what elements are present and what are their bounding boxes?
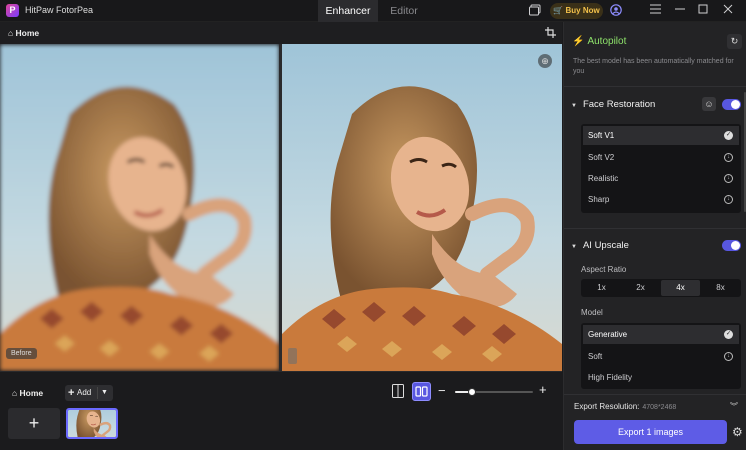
download-icon[interactable]: ↓ xyxy=(724,352,733,361)
home-button[interactable]: ⌂ Home xyxy=(12,388,43,398)
ratio-1x[interactable]: 1x xyxy=(582,280,621,296)
autopilot-label: Autopilot xyxy=(587,36,627,47)
check-icon: ✓ xyxy=(724,131,733,140)
zoom-in-icon[interactable]: ⊕ xyxy=(538,54,552,68)
refresh-icon[interactable]: ↻ xyxy=(727,34,742,49)
face-restoration-header[interactable]: ▼ Face Restoration xyxy=(571,99,655,110)
home-icon: ⌂ xyxy=(12,388,18,398)
face-restoration-toggle[interactable] xyxy=(722,99,741,110)
option-label: Soft xyxy=(588,352,603,361)
after-preview xyxy=(282,44,562,371)
close-icon[interactable] xyxy=(721,4,735,18)
zoom-slider[interactable] xyxy=(455,388,533,396)
face-icon[interactable]: ☺ xyxy=(702,97,716,111)
collapse-triangle-icon: ▼ xyxy=(571,244,577,250)
autopilot-title: ⚡ Autopilot xyxy=(572,36,626,47)
model-label: Model xyxy=(581,308,603,317)
download-icon[interactable]: ↓ xyxy=(724,174,733,183)
option-label: Realistic xyxy=(588,174,619,183)
after-handle[interactable] xyxy=(288,348,297,364)
option-label: Sharp xyxy=(588,195,610,204)
add-label: Add xyxy=(77,388,92,397)
face-option-sharp[interactable]: Sharp ↓ xyxy=(583,190,739,209)
tab-editor[interactable]: Editor xyxy=(380,0,428,22)
ratio-2x[interactable]: 2x xyxy=(621,280,660,296)
menu-icon[interactable] xyxy=(648,4,662,18)
settings-panel: ⚡ Autopilot ↻ The best model has been aut… xyxy=(563,22,746,450)
add-button[interactable]: + Add ▼ xyxy=(65,385,113,401)
model-option-soft[interactable]: Soft ↓ xyxy=(583,347,739,366)
face-option-soft-v1[interactable]: Soft V1 ✓ xyxy=(583,126,739,145)
buy-now-label: Buy Now xyxy=(565,6,600,15)
plus-icon: + xyxy=(68,387,75,399)
before-preview xyxy=(0,44,279,371)
divider xyxy=(564,394,746,395)
toggle-knob xyxy=(731,100,740,109)
chevron-down-icon[interactable]: ▼ xyxy=(101,385,108,401)
separator xyxy=(97,387,98,399)
crop-icon[interactable] xyxy=(545,27,556,38)
tab-enhancer[interactable]: Enhancer xyxy=(318,0,378,22)
aspect-ratio-label: Aspect Ratio xyxy=(581,265,627,274)
buy-now-button[interactable]: 🛒 Buy Now xyxy=(550,3,603,19)
export-resolution-value: 4708*2468 xyxy=(642,404,677,411)
ai-upscale-toggle[interactable] xyxy=(722,240,741,251)
option-label: High Fidelity xyxy=(588,373,633,382)
model-option-generative[interactable]: Generative ✓ xyxy=(583,325,739,344)
preview-toolbar: ⌂ Home xyxy=(0,22,562,44)
export-resolution: Export Resolution: 4708*2468 xyxy=(574,402,676,411)
home-label: Home xyxy=(19,388,44,398)
title-bar: P HitPaw FotorPea Enhancer Editor 🛒 Buy … xyxy=(0,0,746,22)
divider xyxy=(564,228,746,229)
side-by-side-icon[interactable] xyxy=(412,382,431,401)
split-view-icon[interactable] xyxy=(392,384,404,398)
option-label: Soft V2 xyxy=(588,153,615,162)
download-icon[interactable]: ↓ xyxy=(724,153,733,162)
before-label: Before xyxy=(6,348,37,359)
autopilot-description: The best model has been automatically ma… xyxy=(573,58,734,75)
export-resolution-label: Export Resolution: xyxy=(574,402,640,411)
thumbnail-image xyxy=(68,410,116,437)
chevron-double-down-icon[interactable]: ︾ xyxy=(730,401,738,412)
export-button[interactable]: Export 1 images xyxy=(574,420,727,444)
ai-upscale-header[interactable]: ▼ AI Upscale xyxy=(571,240,629,251)
bolt-icon: ⚡ xyxy=(572,36,585,47)
app-logo-icon: P xyxy=(6,4,19,17)
image-thumbnail[interactable] xyxy=(66,408,118,439)
check-icon: ✓ xyxy=(724,330,733,339)
maximize-icon[interactable] xyxy=(696,4,710,18)
download-icon[interactable]: ↓ xyxy=(724,195,733,204)
upscale-model-list: Generative ✓ Soft ↓ High Fidelity xyxy=(581,323,741,389)
option-label: Soft V1 xyxy=(588,131,615,140)
face-restoration-label: Face Restoration xyxy=(582,99,656,110)
toggle-knob xyxy=(731,241,740,250)
cart-icon: 🛒 xyxy=(553,6,564,15)
option-label: Generative xyxy=(588,330,628,339)
app-name: HitPaw FotorPea xyxy=(25,5,94,15)
tasks-icon[interactable] xyxy=(528,4,542,18)
model-option-high-fidelity[interactable]: High Fidelity xyxy=(583,368,739,387)
ai-upscale-label: AI Upscale xyxy=(582,240,629,251)
new-image-button[interactable]: + xyxy=(8,408,60,439)
home-icon: ⌂ xyxy=(8,28,14,38)
before-image xyxy=(0,44,279,371)
account-icon[interactable] xyxy=(609,4,623,18)
collapse-triangle-icon: ▼ xyxy=(571,103,577,109)
ratio-8x[interactable]: 8x xyxy=(701,280,740,296)
face-option-realistic[interactable]: Realistic ↓ xyxy=(583,169,739,188)
after-image xyxy=(282,44,562,371)
face-option-soft-v2[interactable]: Soft V2 ↓ xyxy=(583,148,739,167)
gear-icon[interactable]: ⚙ xyxy=(732,425,743,439)
zoom-in-button[interactable]: + xyxy=(539,383,547,396)
face-model-list: Soft V1 ✓ Soft V2 ↓ Realistic ↓ Sharp ↓ xyxy=(581,124,741,213)
aspect-ratio-selector: 1x 2x 4x 8x xyxy=(581,279,741,297)
divider xyxy=(564,86,746,87)
minimize-icon[interactable] xyxy=(673,4,687,18)
home-label: Home xyxy=(15,28,40,38)
zoom-out-button[interactable]: − xyxy=(438,384,446,397)
ratio-4x[interactable]: 4x xyxy=(661,280,700,296)
home-link[interactable]: ⌂ Home xyxy=(8,28,39,38)
